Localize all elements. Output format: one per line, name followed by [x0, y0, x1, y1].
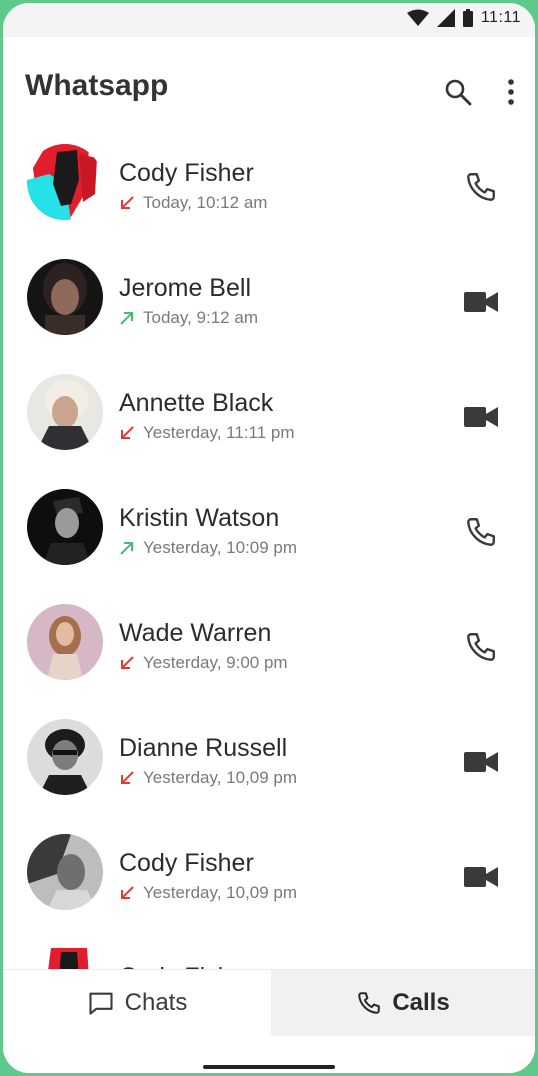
avatar — [27, 604, 103, 680]
outgoing-call-arrow-icon — [120, 542, 133, 555]
more-vertical-icon — [508, 79, 514, 105]
video-camera-icon — [464, 407, 498, 427]
call-time: Today, 9:12 am — [143, 308, 258, 327]
phone-screen: 11:11 Whatsapp Cody Fisher Today, 10:12 … — [3, 3, 535, 1073]
call-time: Yesterday, 9:00 pm — [143, 653, 288, 672]
contact-name: Cody Fisher — [119, 849, 254, 877]
call-row[interactable]: Jerome Bell Today, 9:12 am — [3, 246, 535, 361]
video-call-button[interactable] — [463, 399, 499, 435]
call-time: Yesterday, 10,09 pm — [143, 883, 298, 902]
app-title: Whatsapp — [25, 69, 169, 102]
missed-call-arrow-icon — [121, 886, 134, 899]
voice-call-button[interactable] — [463, 514, 499, 550]
search-icon — [445, 79, 472, 106]
video-camera-icon — [464, 867, 498, 887]
video-call-button[interactable] — [463, 284, 499, 320]
phone-icon — [467, 633, 495, 661]
tab-chats[interactable]: Chats — [3, 970, 271, 1036]
contact-name: Kristin Watson — [119, 504, 280, 532]
status-time: 11:11 — [480, 9, 521, 26]
voice-call-button[interactable] — [463, 169, 499, 205]
avatar — [27, 489, 103, 565]
more-options-button[interactable] — [494, 75, 528, 109]
call-row[interactable]: Dianne Russell Yesterday, 10,09 pm — [3, 706, 535, 821]
status-bar: 11:11 — [3, 3, 535, 37]
missed-call-arrow-icon — [121, 196, 134, 209]
avatar — [27, 834, 103, 910]
phone-icon — [467, 518, 495, 546]
missed-call-arrow-icon — [121, 656, 134, 669]
voice-call-button[interactable] — [463, 629, 499, 665]
video-camera-icon — [464, 752, 498, 772]
avatar — [27, 144, 103, 220]
bottom-nav: Chats Calls — [3, 969, 535, 1073]
call-row[interactable]: Cody Fisher Today, 10:12 am — [3, 131, 535, 246]
call-row[interactable]: Cody Fisher Yesterday, 10,09 pm — [3, 821, 535, 936]
avatar — [27, 374, 103, 450]
missed-call-arrow-icon — [121, 426, 134, 439]
outgoing-call-arrow-icon — [120, 312, 133, 325]
video-call-button[interactable] — [463, 744, 499, 780]
contact-name: Annette Black — [119, 389, 274, 417]
missed-call-arrow-icon — [121, 771, 134, 784]
call-row[interactable]: Wade Warren Yesterday, 9:00 pm — [3, 591, 535, 706]
search-button[interactable] — [441, 75, 475, 109]
tab-chats-label: Chats — [124, 989, 188, 1016]
tab-calls[interactable]: Calls — [271, 970, 535, 1036]
call-time: Yesterday, 10,09 pm — [143, 768, 298, 787]
phone-icon — [467, 173, 495, 201]
contact-name: Jerome Bell — [119, 274, 251, 302]
avatar — [27, 259, 103, 335]
call-time: Today, 10:12 am — [143, 193, 268, 212]
video-call-button[interactable] — [463, 859, 499, 895]
calls-list: Cody Fisher Today, 10:12 am Jerome Bell … — [3, 131, 535, 936]
call-row[interactable]: Kristin Watson Yesterday, 10:09 pm — [3, 476, 535, 591]
home-indicator[interactable] — [203, 1065, 335, 1069]
wifi-icon — [406, 9, 429, 26]
app-bar: Whatsapp — [3, 61, 535, 117]
signal-icon — [436, 9, 455, 27]
contact-name: Wade Warren — [119, 619, 272, 647]
contact-name: Dianne Russell — [119, 734, 288, 762]
contact-name: Cody Fisher — [119, 159, 254, 187]
battery-icon — [462, 9, 473, 27]
avatar — [27, 719, 103, 795]
phone-icon — [358, 992, 381, 1014]
call-time: Yesterday, 11:11 pm — [143, 423, 295, 442]
call-row[interactable]: Annette Black Yesterday, 11:11 pm — [3, 361, 535, 476]
chat-bubble-icon — [89, 992, 113, 1015]
call-time: Yesterday, 10:09 pm — [143, 538, 298, 557]
tab-calls-label: Calls — [392, 989, 450, 1016]
video-camera-icon — [464, 292, 498, 312]
